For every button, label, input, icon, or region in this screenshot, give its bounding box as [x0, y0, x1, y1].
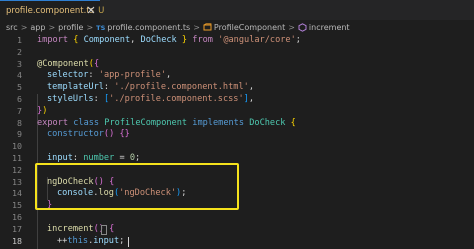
- line-number: 7: [17, 105, 22, 116]
- code-editor[interactable]: 1 2 3 4 5 6 7 8 9 10 11 12 13 14 15 16 1…: [0, 35, 474, 249]
- code-line: @Component({: [37, 58, 100, 69]
- code-line: import { Component, DoCheck } from '@ang…: [37, 35, 301, 45]
- breadcrumb-profile[interactable]: profile: [58, 23, 83, 32]
- line-number-active: 18: [12, 235, 22, 246]
- highlight-annotation-box: [35, 163, 239, 210]
- breadcrumb-app[interactable]: app: [30, 23, 45, 32]
- bracket-match-indicator: [101, 224, 107, 235]
- line-number: 9: [17, 129, 22, 140]
- method-icon: [298, 23, 307, 32]
- chevron-right-icon: >: [288, 23, 295, 32]
- tab-status-badge: U: [98, 5, 105, 16]
- line-number: 16: [12, 212, 22, 222]
- chevron-right-icon: >: [20, 23, 28, 32]
- line-number: 1: [17, 35, 22, 45]
- tab-bar: profile.component.ts U: [0, 0, 474, 20]
- code-line: templateUrl: './profile.component.html',: [47, 82, 254, 93]
- chevron-right-icon: >: [48, 23, 56, 32]
- breadcrumb: src > app > profile > TS profile.compone…: [0, 20, 474, 35]
- tab-label: profile.component.ts: [6, 5, 95, 16]
- line-number: 8: [17, 117, 22, 128]
- code-line-active: ++this.input;: [57, 235, 125, 246]
- breadcrumb-file[interactable]: profile.component.ts: [107, 23, 190, 32]
- tab-profile-component-ts[interactable]: profile.component.ts U: [0, 0, 104, 20]
- line-number: 3: [17, 58, 22, 69]
- code-line: export class ProfileComponent implements…: [37, 117, 296, 128]
- code-area[interactable]: import { Component, DoCheck } from '@ang…: [37, 35, 467, 249]
- breadcrumb-src[interactable]: src: [6, 23, 18, 32]
- class-icon: [203, 23, 212, 32]
- breadcrumb-class[interactable]: ProfileComponent: [214, 23, 285, 32]
- line-number: 12: [12, 164, 22, 175]
- code-line: selector: 'app-profile',: [47, 70, 172, 81]
- line-number: 15: [12, 200, 22, 211]
- line-number: 13: [12, 176, 22, 187]
- line-number: 11: [12, 153, 22, 163]
- close-icon[interactable]: [86, 5, 96, 15]
- line-number: 6: [17, 94, 22, 104]
- line-number: 4: [17, 70, 22, 81]
- code-line: constructor() {}: [47, 129, 130, 140]
- line-number: 14: [12, 188, 22, 199]
- line-number-gutter: 1 2 3 4 5 6 7 8 9 10 11 12 13 14 15 16 1…: [0, 35, 28, 249]
- breadcrumb-method[interactable]: increment: [309, 23, 350, 32]
- line-number: 17: [12, 223, 22, 234]
- code-line: }): [37, 105, 48, 116]
- line-number: 10: [12, 141, 22, 152]
- text-cursor: [128, 236, 129, 247]
- chevron-right-icon: >: [86, 23, 94, 32]
- line-number: 5: [17, 82, 22, 93]
- typescript-file-icon: TS: [96, 23, 106, 32]
- line-number: 2: [17, 46, 22, 57]
- chevron-right-icon: >: [193, 23, 200, 32]
- code-line: styleUrls: ['./profile.component.scss'],: [47, 94, 255, 104]
